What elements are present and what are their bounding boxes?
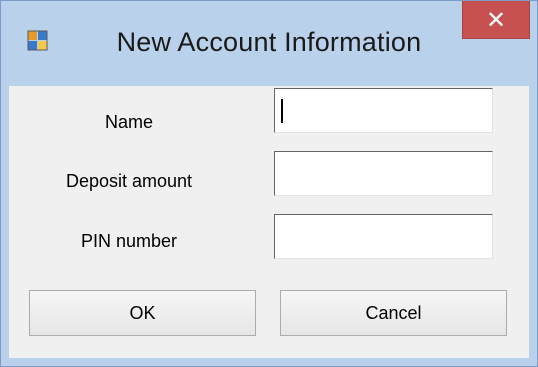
close-icon: ✕ bbox=[485, 5, 507, 34]
deposit-amount-input[interactable] bbox=[274, 151, 493, 196]
deposit-amount-label: Deposit amount bbox=[65, 171, 193, 191]
name-label: Name bbox=[104, 112, 153, 132]
dialog-body: Name Deposit amount PIN number OK Cancel bbox=[9, 86, 529, 358]
text-caret bbox=[281, 99, 283, 123]
pin-number-label: PIN number bbox=[80, 231, 178, 251]
close-button[interactable]: ✕ bbox=[462, 1, 530, 39]
ok-button[interactable]: OK bbox=[29, 290, 256, 336]
name-input[interactable] bbox=[274, 88, 493, 133]
dialog-window: New Account Information ✕ Name Deposit a… bbox=[0, 0, 538, 367]
window-title: New Account Information bbox=[116, 27, 422, 57]
title-bar[interactable]: New Account Information ✕ bbox=[1, 1, 537, 86]
pin-number-input[interactable] bbox=[274, 214, 493, 259]
cancel-button[interactable]: Cancel bbox=[280, 290, 507, 336]
